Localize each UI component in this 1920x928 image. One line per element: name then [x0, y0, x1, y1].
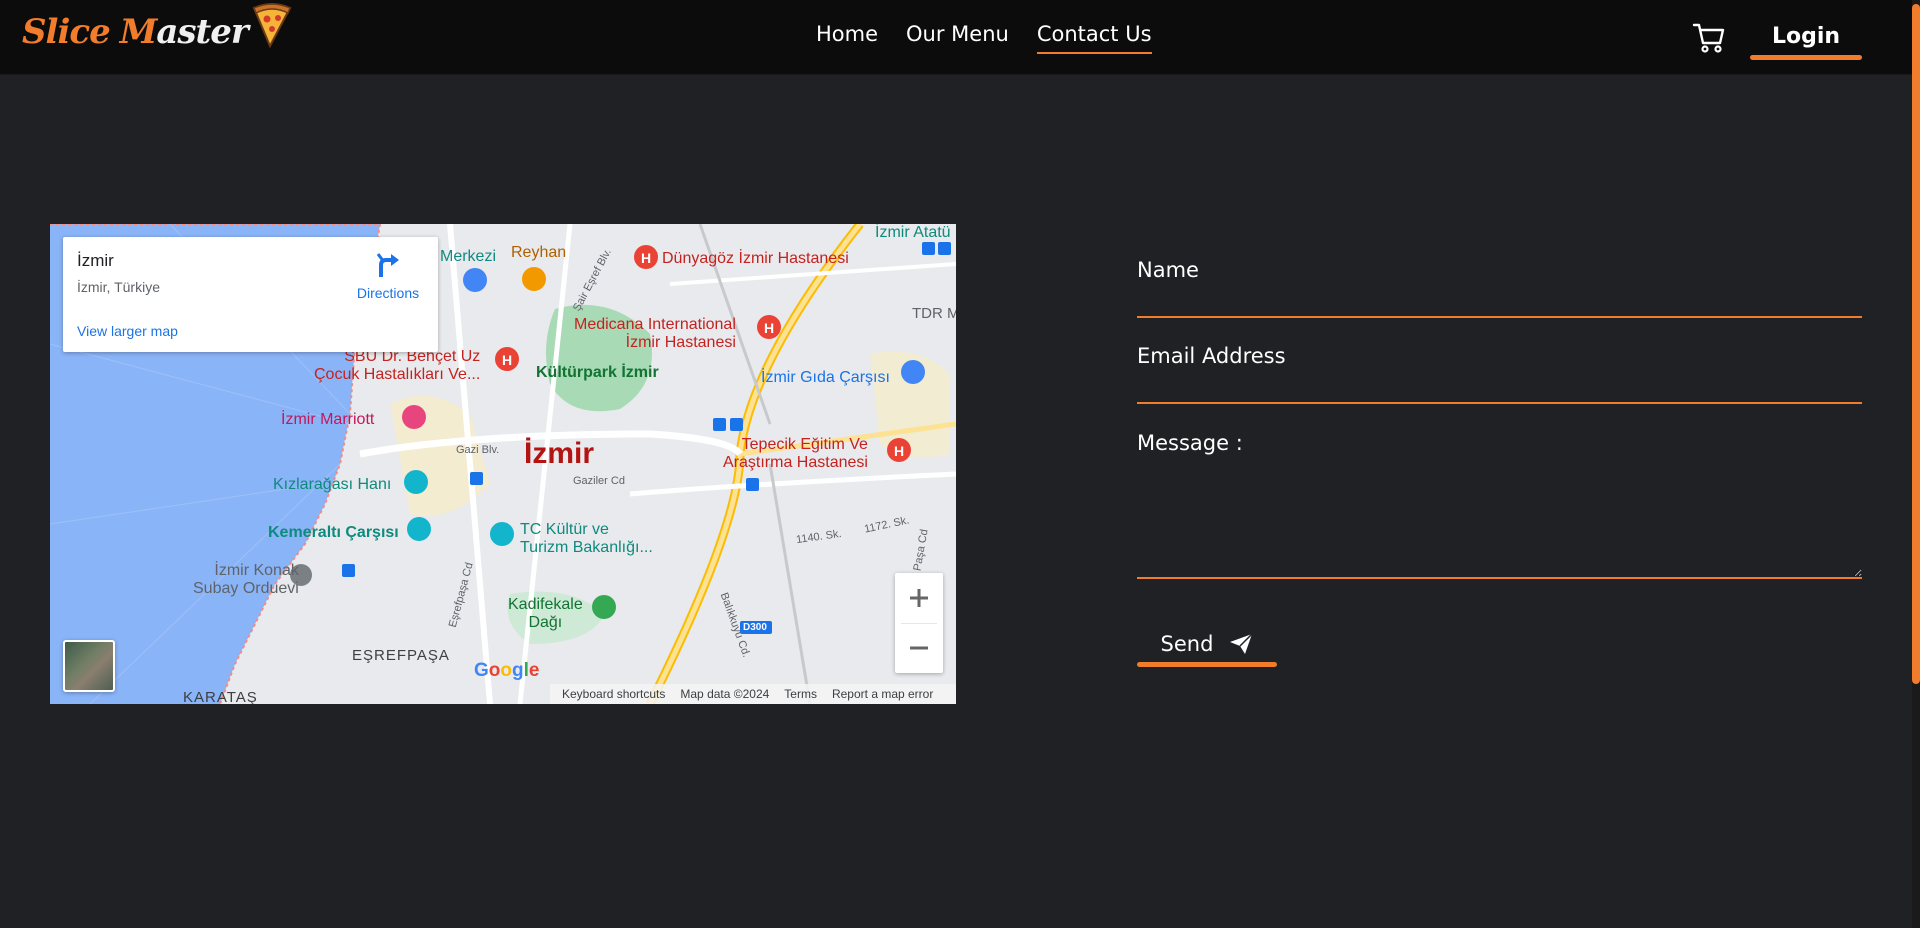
- map-place-title: İzmir: [77, 251, 114, 270]
- shopping-cart-icon[interactable]: [1692, 20, 1726, 54]
- nav-our-menu[interactable]: Our Menu: [906, 22, 1009, 52]
- logo-master-capital: M: [119, 12, 158, 52]
- plus-icon: [910, 589, 928, 607]
- svg-text:H: H: [641, 250, 651, 266]
- message-field-group: Message :: [1137, 431, 1862, 579]
- sbu-line2: Çocuk Hastalıkları Ve...: [314, 365, 481, 383]
- map-label-marriott[interactable]: İzmir Marriott: [281, 411, 374, 429]
- paper-plane-icon: [1230, 633, 1253, 654]
- svg-text:H: H: [764, 320, 774, 336]
- map-label-kizlaragasi[interactable]: Kızlarağası Hanı: [273, 476, 391, 494]
- login-button[interactable]: Login: [1750, 20, 1862, 60]
- map-label-konak[interactable]: İzmir Konak Subay Orduevi: [193, 562, 299, 597]
- map-label-reyhan[interactable]: Reyhan: [511, 244, 566, 262]
- map-label-tc[interactable]: TC Kültür ve Turizm Bakanlığı...: [520, 521, 653, 556]
- konak-line1: İzmir Konak: [214, 562, 299, 579]
- medicana-line1: Medicana International: [574, 316, 736, 333]
- name-field-group: Name: [1137, 258, 1862, 318]
- zoom-out-button[interactable]: [895, 623, 943, 673]
- google-logo: Google: [474, 660, 540, 681]
- medicana-line2: İzmir Hastanesi: [625, 333, 736, 351]
- logo-master-rest: aster: [156, 12, 248, 52]
- map-label-esrefpasa: EŞREFPAŞA: [352, 647, 450, 664]
- nav-home[interactable]: Home: [816, 22, 878, 52]
- email-label: Email Address: [1137, 344, 1286, 368]
- map-data-attribution: Map data ©2024: [680, 687, 770, 701]
- map-info-card: İzmir İzmir, Türkiye View larger map Dir…: [63, 237, 438, 352]
- map-label-gazi: Gazi Blv.: [456, 444, 500, 456]
- map-label-d300: D300: [743, 622, 767, 633]
- embedded-map[interactable]: H H H H Dünyagöz İzmir Hastanesi Reyhan …: [50, 224, 956, 704]
- map-label-gida[interactable]: İzmir Gıda Çarşısı: [761, 369, 890, 387]
- map-label-medicana[interactable]: Medicana International İzmir Hastanesi: [574, 316, 736, 351]
- map-label-kadifekale[interactable]: Kadifekale Dağı: [508, 596, 583, 631]
- brand-logo[interactable]: Slice Master: [22, 2, 294, 62]
- map-label-merkezi[interactable]: Merkezi: [440, 248, 496, 266]
- map-label-sbu[interactable]: SBÜ Dr. Behçet Uz Çocuk Hastalıkları Ve..…: [314, 348, 480, 383]
- map-label-city[interactable]: İzmir: [524, 437, 594, 470]
- directions-icon: [376, 253, 399, 277]
- minus-icon: [910, 646, 928, 650]
- terms-link[interactable]: Terms: [784, 687, 817, 701]
- tc-line2: Turizm Bakanlığı...: [520, 538, 653, 556]
- kadifekale-line2: Dağı: [528, 613, 563, 631]
- name-label: Name: [1137, 258, 1199, 282]
- svg-text:H: H: [894, 443, 904, 459]
- tepecik-line1: Tepecik Eğitim Ve: [741, 436, 868, 453]
- logo-word-slice: Slice: [22, 12, 111, 52]
- email-input[interactable]: [1137, 378, 1862, 404]
- zoom-in-button[interactable]: [895, 573, 943, 623]
- directions-label: Directions: [356, 285, 420, 301]
- map-label-ataturk[interactable]: İzmir Atatü: [875, 224, 951, 242]
- page-scrollbar[interactable]: [1912, 0, 1920, 928]
- view-larger-map-link[interactable]: View larger map: [77, 323, 178, 339]
- message-label: Message :: [1137, 431, 1243, 455]
- email-field-group: Email Address: [1137, 344, 1862, 404]
- keyboard-shortcuts-link[interactable]: Keyboard shortcuts: [562, 687, 665, 701]
- report-map-error-link[interactable]: Report a map error: [832, 687, 933, 701]
- pizza-slice-icon: [252, 3, 292, 48]
- svg-text:H: H: [502, 352, 512, 368]
- navbar: Slice Master Home Our Menu Contact Us Lo…: [0, 0, 1920, 75]
- map-zoom-controls: [895, 573, 943, 673]
- send-label: Send: [1160, 632, 1214, 656]
- map-label-kemeralti[interactable]: Kemeraltı Çarşısı: [268, 524, 399, 542]
- satellite-view-toggle[interactable]: [63, 640, 115, 692]
- tepecik-line2: Araştırma Hastanesi: [723, 453, 868, 471]
- scrollbar-thumb[interactable]: [1912, 4, 1920, 684]
- message-textarea[interactable]: [1137, 465, 1862, 579]
- map-label-karatas: KARATAŞ: [183, 689, 258, 704]
- map-label-dunyagoz[interactable]: Dünyagöz İzmir Hastanesi: [662, 250, 849, 268]
- send-button[interactable]: Send: [1137, 623, 1277, 667]
- map-place-address: İzmir, Türkiye: [77, 279, 160, 295]
- konak-line2: Subay Orduevi: [193, 579, 299, 597]
- directions-button[interactable]: Directions: [348, 251, 428, 301]
- name-input[interactable]: [1137, 292, 1862, 318]
- tc-line1: TC Kültür ve: [520, 521, 609, 538]
- map-label-tepecik[interactable]: Tepecik Eğitim Ve Araştırma Hastanesi: [723, 436, 868, 471]
- logo-word-master: Master: [119, 12, 249, 52]
- main-nav: Home Our Menu Contact Us: [816, 22, 1152, 54]
- map-label-gaziler: Gaziler Cd: [573, 475, 625, 487]
- kadifekale-line1: Kadifekale: [508, 596, 583, 613]
- map-footer: Keyboard shortcuts Map data ©2024 Terms …: [550, 684, 956, 704]
- map-label-tdr: TDR M: [912, 305, 956, 322]
- map-label-kulturpark[interactable]: Kültürpark İzmir: [536, 364, 659, 382]
- nav-contact-us[interactable]: Contact Us: [1036, 22, 1152, 54]
